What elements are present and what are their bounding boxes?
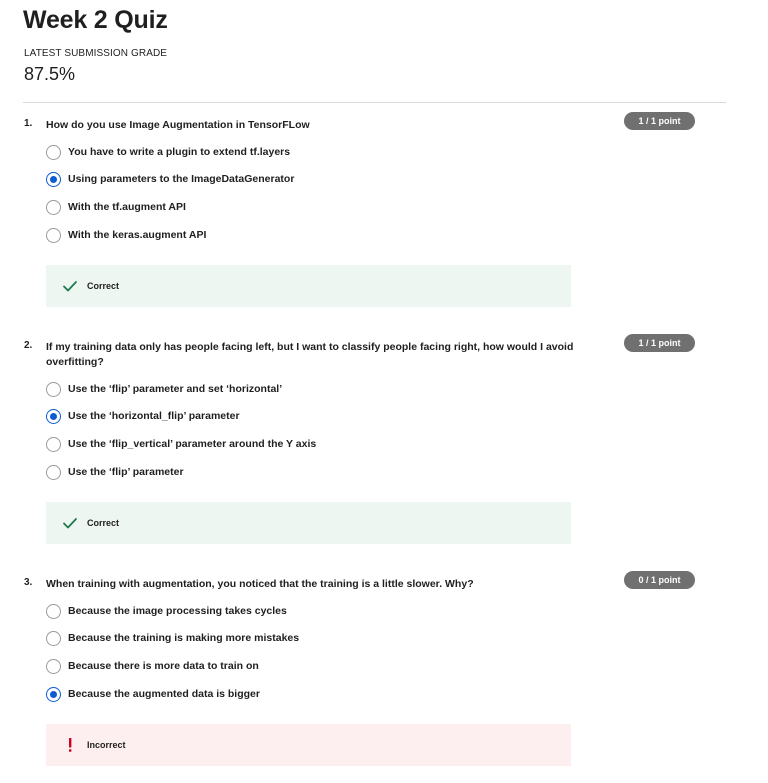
option-label: Use the ‘flip’ parameter <box>68 466 184 478</box>
option-label: With the keras.augment API <box>68 229 207 241</box>
points-badge: 1 / 1 point <box>624 334 695 352</box>
radio-button[interactable] <box>46 659 61 674</box>
radio-button[interactable] <box>46 145 61 160</box>
answer-option[interactable]: Using parameters to the ImageDataGenerat… <box>46 172 586 188</box>
feedback-text: Correct <box>87 281 120 291</box>
question-text: If my training data only has people faci… <box>46 341 574 368</box>
exclamation-icon <box>69 738 72 752</box>
radio-button[interactable] <box>46 382 61 397</box>
radio-button[interactable] <box>46 687 61 702</box>
points-badge: 0 / 1 point <box>624 571 695 589</box>
radio-button[interactable] <box>46 200 61 215</box>
question-text: How do you use Image Augmentation in Ten… <box>46 119 310 131</box>
feedback-box: Correct <box>46 502 571 544</box>
feedback-text: Correct <box>87 518 120 528</box>
grade-value: 87.5% <box>24 64 76 84</box>
quiz-page: Week 2 Quiz LATEST SUBMISSION GRADE 87.5… <box>0 0 768 783</box>
option-label: Use the ‘flip_vertical’ parameter around… <box>68 438 317 450</box>
radio-button[interactable] <box>46 172 61 187</box>
option-label: Because there is more data to train on <box>68 660 259 672</box>
answer-option[interactable]: Because there is more data to train on <box>46 659 586 675</box>
answer-option[interactable]: Use the ‘flip’ parameter <box>46 465 586 481</box>
question-number: 2. <box>24 340 33 351</box>
answer-option[interactable]: Because the image processing takes cycle… <box>46 604 586 620</box>
option-label: Because the training is making more mist… <box>68 632 300 644</box>
answer-option[interactable]: With the tf.augment API <box>46 200 586 216</box>
page-title: Week 2 Quiz <box>23 6 168 34</box>
answer-option[interactable]: Because the training is making more mist… <box>46 631 586 647</box>
feedback-box: Incorrect <box>46 724 571 766</box>
feedback-box: Correct <box>46 265 571 307</box>
radio-button[interactable] <box>46 631 61 646</box>
header-divider <box>23 102 726 103</box>
option-label: Using parameters to the ImageDataGenerat… <box>68 173 295 185</box>
option-label: With the tf.augment API <box>68 201 186 213</box>
option-label: Because the augmented data is bigger <box>68 688 260 700</box>
answer-option[interactable]: Use the ‘horizontal_flip’ parameter <box>46 409 586 425</box>
question-number: 3. <box>24 577 33 588</box>
answer-option[interactable]: You have to write a plugin to extend tf.… <box>46 145 586 161</box>
checkmark-icon <box>63 518 77 529</box>
answer-option[interactable]: With the keras.augment API <box>46 228 586 244</box>
checkmark-icon <box>63 281 77 292</box>
radio-button[interactable] <box>46 465 61 480</box>
points-badge: 1 / 1 point <box>624 112 695 130</box>
option-label: You have to write a plugin to extend tf.… <box>68 146 291 158</box>
radio-button[interactable] <box>46 228 61 243</box>
answer-option[interactable]: Use the ‘flip’ parameter and set ‘horizo… <box>46 382 586 398</box>
option-label: Use the ‘flip’ parameter and set ‘horizo… <box>68 383 283 395</box>
question-number: 1. <box>24 118 33 129</box>
grade-label: LATEST SUBMISSION GRADE <box>24 48 168 59</box>
answer-option[interactable]: Because the augmented data is bigger <box>46 687 586 703</box>
radio-button[interactable] <box>46 437 61 452</box>
answer-option[interactable]: Use the ‘flip_vertical’ parameter around… <box>46 437 586 453</box>
radio-button[interactable] <box>46 604 61 619</box>
option-label: Use the ‘horizontal_flip’ parameter <box>68 410 240 422</box>
question-text: When training with augmentation, you not… <box>46 578 474 590</box>
feedback-text: Incorrect <box>87 740 126 750</box>
option-label: Because the image processing takes cycle… <box>68 605 287 617</box>
radio-button[interactable] <box>46 409 61 424</box>
